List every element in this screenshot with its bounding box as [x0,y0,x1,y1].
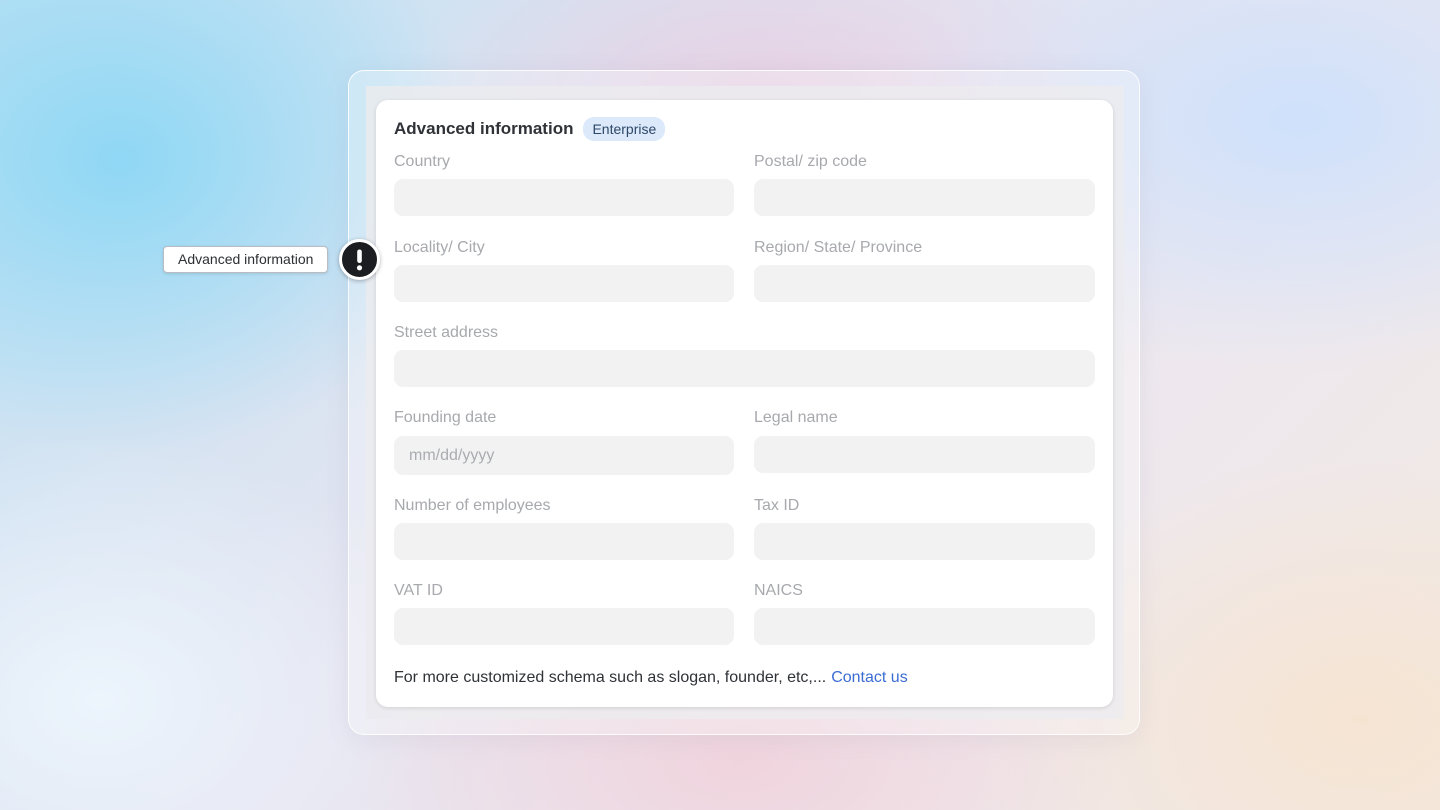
card-header: Advanced information Enterprise [394,117,666,141]
employees-input[interactable] [394,523,734,560]
naics-label: NAICS [754,582,803,599]
country-label: Country [394,153,451,170]
vat-id-input[interactable] [394,608,734,645]
advanced-information-callout: Advanced information [163,246,329,273]
street-address-input[interactable] [394,350,1095,387]
postal-code-input[interactable] [754,179,1095,216]
postal-code-label: Postal/ zip code [754,153,867,170]
footer-note: For more customized schema such as sloga… [394,668,908,688]
founding-date-label: Founding date [394,409,497,426]
card-title: Advanced information [394,119,574,138]
country-input[interactable] [394,179,734,216]
footer-text: For more customized schema such as sloga… [394,669,827,686]
street-address-label: Street address [394,324,499,341]
tax-id-label: Tax ID [754,497,800,514]
employees-label: Number of employees [394,497,551,514]
legal-name-input[interactable] [754,436,1095,473]
locality-input[interactable] [394,265,734,302]
tax-id-input[interactable] [754,523,1095,560]
founding-date-input[interactable]: mm/dd/yyyy [394,436,734,475]
legal-name-label: Legal name [754,409,838,426]
enterprise-badge: Enterprise [583,117,666,141]
advanced-information-card: Advanced information Enterprise Country … [376,100,1113,707]
region-input[interactable] [754,265,1095,302]
region-label: Region/ State/ Province [754,239,923,256]
contact-us-link[interactable]: Contact us [831,669,907,686]
naics-input[interactable] [754,608,1095,645]
vat-id-label: VAT ID [394,582,443,599]
exclamation-icon [339,239,380,280]
locality-label: Locality/ City [394,239,485,256]
